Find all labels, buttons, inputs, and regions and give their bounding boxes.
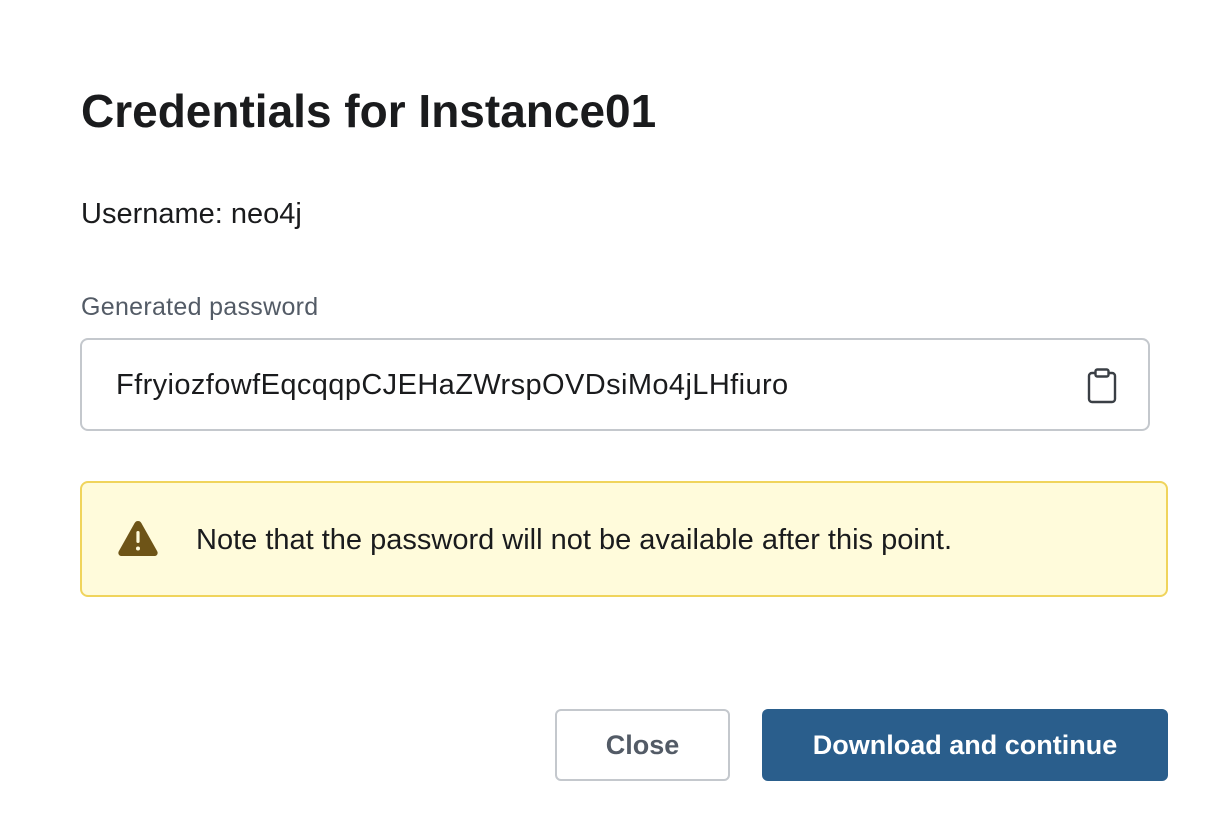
clipboard-icon[interactable] [1082, 366, 1122, 406]
username-text: Username: neo4j [81, 198, 302, 230]
close-button[interactable]: Close [555, 709, 730, 781]
password-value[interactable]: FfryiozfowfEqcqqpCJEHaZWrspOVDsiMo4jLHfi… [116, 366, 789, 404]
notice-text: Note that the password will not be avail… [196, 524, 953, 556]
dialog-title: Credentials for Instance01 [81, 85, 657, 137]
credentials-dialog: Credentials for Instance01 Username: neo… [0, 0, 1230, 838]
password-field[interactable]: FfryiozfowfEqcqqpCJEHaZWrspOVDsiMo4jLHfi… [80, 338, 1150, 431]
warning-icon [116, 518, 160, 558]
warning-notice: Note that the password will not be avail… [80, 481, 1168, 597]
password-label: Generated password [81, 293, 319, 321]
download-and-continue-button[interactable]: Download and continue [762, 709, 1168, 781]
